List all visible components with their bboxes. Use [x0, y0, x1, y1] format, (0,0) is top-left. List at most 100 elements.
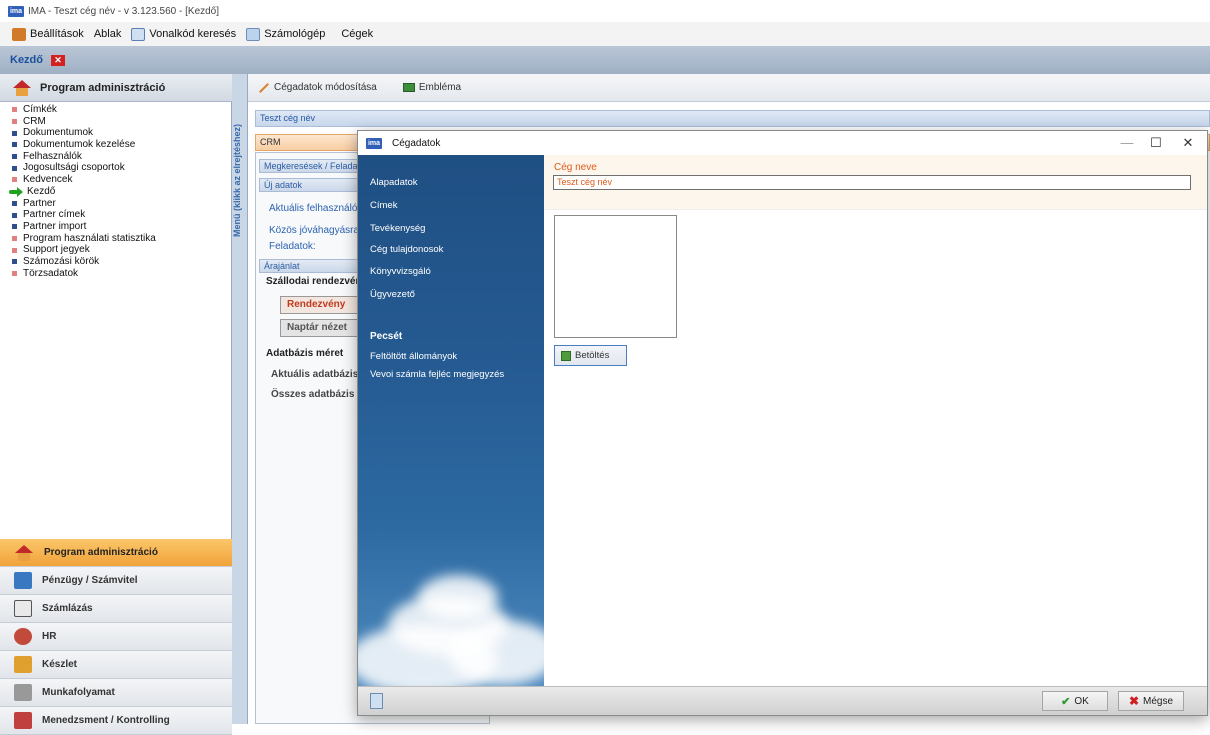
module-hr[interactable]: HR [0, 623, 232, 651]
tree-label: Törzsadatok [23, 267, 79, 279]
nav-tevekenyseg[interactable]: Tevékenység [370, 223, 425, 234]
button-label: Betöltés [575, 350, 610, 361]
section-bar-uj-adatok[interactable]: Új adatok [259, 178, 369, 192]
section-bar-megkeresesek[interactable]: Megkeresések / Feladatok [259, 159, 369, 173]
module-program-admin[interactable]: Program adminisztráció [0, 539, 232, 567]
close-icon[interactable]: ✕ [1178, 135, 1198, 151]
company-data-dialog: ima Cégadatok — ☐ ✕ Alapadatok Címek Tev… [357, 130, 1208, 716]
tree-label: Címkék [23, 104, 57, 115]
nav-ugyvezeto[interactable]: Ügyvezető [370, 289, 415, 300]
module-keszlet[interactable]: Készlet [0, 651, 232, 679]
nav-ceg-tulajdonosok[interactable]: Cég tulajdonosok [370, 244, 443, 255]
tree-item-statisztika[interactable]: Program használati statisztika [0, 233, 232, 245]
tree-label: Jogosultsági csoportok [23, 162, 125, 174]
menu-label: Vonalkód keresés [149, 28, 237, 40]
tab-label: Kezdő [10, 54, 43, 66]
module-label: Program adminisztráció [44, 547, 158, 558]
button-label: Mégse [1143, 695, 1174, 707]
bullet-icon [12, 177, 17, 183]
dialog-sidebar: Alapadatok Címek Tevékenység Cég tulajdo… [358, 155, 544, 686]
stamp-image-box [554, 215, 677, 338]
module-penzugy[interactable]: Pénzügy / Számvitel [0, 567, 232, 595]
ok-button[interactable]: ✔ OK [1042, 691, 1108, 711]
close-tab-icon[interactable]: ✕ [51, 54, 65, 66]
tree-item-support-jegyek[interactable]: Support jegyek [0, 244, 232, 256]
menu-window[interactable]: Ablak [94, 28, 122, 40]
tree-item-partner[interactable]: Partner [0, 198, 232, 210]
tree-item-crm[interactable]: CRM [0, 116, 232, 128]
ima-logo-icon: ima [366, 137, 382, 149]
calculator-icon [14, 572, 32, 589]
menu-collapse-label[interactable]: Menü (klikk az elrejtéshez) [232, 90, 248, 270]
left-navigation-panel: Program adminisztráció Címkék CRM Dokume… [0, 74, 232, 735]
nav-konyvvizsgalo[interactable]: Könyvvizsgáló [370, 266, 431, 277]
menu-companies[interactable]: Cégek [341, 28, 373, 40]
menu-label: Beállítások [30, 28, 84, 40]
tree-label: Support jegyek [23, 244, 90, 256]
link-aktualis-felhasznalo[interactable]: Aktuális felhasználó [269, 203, 357, 214]
menu-settings[interactable]: Beállítások [12, 27, 84, 41]
menu-label: Ablak [93, 28, 122, 40]
module-munkafolyamat[interactable]: Munkafolyamat [0, 679, 232, 707]
nav-pecset[interactable]: Pecsét [370, 331, 402, 342]
tree-item-felhasznalok[interactable]: Felhasználók [0, 151, 232, 163]
cancel-button[interactable]: ✖ Mégse [1118, 691, 1184, 711]
tree-label: Felhasználók [23, 150, 82, 162]
minimize-icon[interactable]: — [1117, 135, 1137, 151]
load-button[interactable]: Betöltés [554, 345, 627, 366]
module-menedzsment[interactable]: Menedzsment / Kontrolling [0, 707, 232, 735]
bullet-icon [12, 247, 17, 253]
module-label: Készlet [42, 659, 78, 670]
bullet-icon [12, 130, 17, 136]
tree-label: Kezdő [27, 185, 56, 197]
tree-label: Partner [23, 197, 56, 209]
calendar-view-button[interactable]: Naptár nézet [280, 319, 360, 337]
button-label: Cégadatok módosítása [274, 82, 377, 93]
tree-label: Kedvencek [23, 174, 73, 186]
home-icon [12, 79, 32, 96]
nav-cimek[interactable]: Címek [370, 200, 397, 211]
check-icon: ✔ [1061, 695, 1071, 708]
emblem-button[interactable]: Embléma [402, 82, 461, 93]
document-icon[interactable] [370, 693, 383, 709]
nav-tree: Címkék CRM Dokumentumok Dokumentumok kez… [0, 104, 232, 279]
tree-item-dokumentumok-kezelese[interactable]: Dokumentumok kezelése [0, 139, 232, 151]
people-icon [14, 628, 32, 645]
link-feladatok[interactable]: Feladatok: [269, 241, 316, 252]
module-label: Pénzügy / Számvitel [42, 575, 138, 586]
tree-label: Dokumentumok kezelése [23, 139, 136, 151]
tree-item-jogosultsagi-csoportok[interactable]: Jogosultsági csoportok [0, 162, 232, 174]
tree-item-kezdo[interactable]: Kezdő [0, 186, 232, 198]
event-button[interactable]: Rendezvény [280, 296, 360, 314]
tree-label: Partner import [23, 220, 87, 232]
tree-item-partner-import[interactable]: Partner import [0, 221, 232, 233]
module-label: Munkafolyamat [42, 687, 115, 698]
nav-feltoltott-allomanyok[interactable]: Feltöltött állományok [370, 351, 457, 362]
bullet-icon [12, 212, 17, 218]
edit-company-button[interactable]: Cégadatok módosítása [258, 82, 377, 93]
link-kozos-jovahagyas[interactable]: Közös jóváhagyásra [269, 225, 359, 236]
tree-item-kedvencek[interactable]: Kedvencek [0, 174, 232, 186]
menu-calculator[interactable]: Számológép [246, 27, 325, 41]
bullet-icon [12, 154, 17, 160]
company-name-field[interactable]: Teszt cég név [553, 175, 1191, 190]
panel-header: Program adminisztráció [0, 74, 232, 102]
tree-item-torzsadatok[interactable]: Törzsadatok [0, 268, 232, 280]
module-label: HR [42, 631, 57, 642]
module-szamlazas[interactable]: Számlázás [0, 595, 232, 623]
dialog-footer: ✔ OK ✖ Mégse [358, 686, 1207, 715]
nav-vevoi-szamla[interactable]: Vevoi számla fejléc megjegyzés [370, 369, 504, 380]
tree-item-cimkek[interactable]: Címkék [0, 104, 232, 116]
maximize-icon[interactable]: ☐ [1146, 135, 1166, 151]
tab-kezdo[interactable]: Kezdő ✕ [10, 54, 65, 66]
dialog-content: Cég neve Teszt cég név Betöltés [544, 155, 1207, 686]
calculator-icon [246, 27, 261, 41]
tree-item-dokumentumok[interactable]: Dokumentumok [0, 127, 232, 139]
menu-barcode-search[interactable]: Vonalkód keresés [131, 27, 237, 41]
dialog-titlebar: ima Cégadatok — ☐ ✕ [358, 131, 1207, 155]
section-bar-arajanlat[interactable]: Árajánlat [259, 259, 369, 273]
nav-alapadatok[interactable]: Alapadatok [370, 177, 418, 188]
tree-item-partner-cimek[interactable]: Partner címek [0, 209, 232, 221]
tree-item-szamozasi-korok[interactable]: Számozási körök [0, 256, 232, 268]
db-current-label: Aktuális adatbázis [271, 369, 359, 380]
